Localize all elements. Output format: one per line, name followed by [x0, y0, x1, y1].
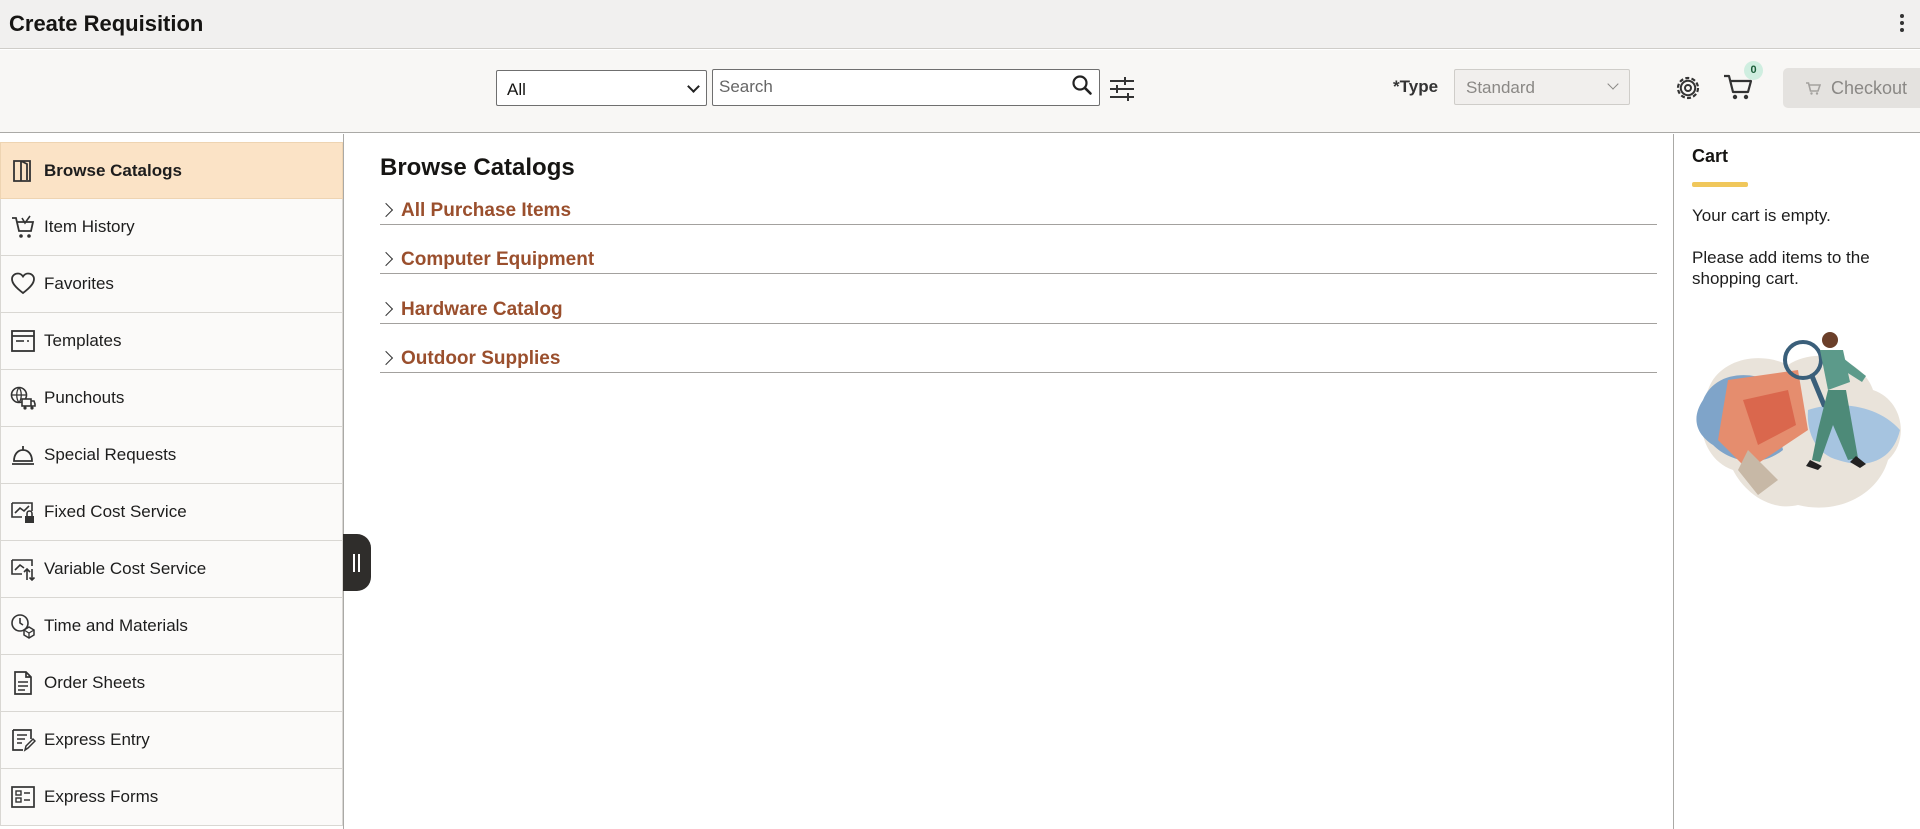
sidebar-item-fixed-cost-service[interactable]: Fixed Cost Service [0, 484, 343, 541]
checkout-label: Checkout [1831, 78, 1908, 98]
page-title: Create Requisition [9, 11, 204, 36]
cart-title: Cart [1692, 146, 1729, 166]
sidebar-item-label: Time and Materials [44, 616, 188, 635]
gear-icon[interactable] [1674, 74, 1702, 102]
form-icon [11, 786, 35, 808]
variable-cost-icon [11, 559, 36, 582]
book-icon [13, 160, 31, 182]
main-heading: Browse Catalogs [380, 154, 575, 181]
catalog-row-all-purchase-items[interactable]: All Purchase Items [378, 189, 1657, 225]
cart-history-icon [12, 215, 35, 238]
more-actions-kebab-icon[interactable] [1898, 12, 1906, 36]
chevron-right-icon [378, 301, 394, 317]
type-value: Standard [1466, 78, 1535, 97]
catalog-row-computer-equipment[interactable]: Computer Equipment [378, 238, 1657, 274]
search-scope-select[interactable]: All [496, 70, 707, 106]
globe-truck-icon [10, 386, 36, 410]
sidebar-item-express-entry[interactable]: Express Entry [0, 712, 343, 769]
cart-hint-text: Please add items to the shopping cart. [1692, 248, 1870, 288]
catalog-label: Outdoor Supplies [401, 348, 561, 369]
chevron-down-icon [687, 80, 700, 93]
document-icon [14, 671, 32, 695]
sidebar-item-express-forms[interactable]: Express Forms [0, 769, 343, 826]
catalog-label: All Purchase Items [401, 200, 572, 221]
sidebar-item-label: Express Forms [44, 787, 159, 806]
cart-panel: Cart Your cart is empty. Please add item… [1673, 134, 1920, 829]
sidebar-item-variable-cost-service[interactable]: Variable Cost Service [0, 541, 343, 598]
fixed-cost-icon [11, 502, 34, 523]
cart-empty-text: Your cart is empty. [1692, 206, 1831, 225]
sidebar-item-label: Express Entry [44, 730, 150, 749]
type-label: *Type [1393, 77, 1439, 96]
catalog-row-outdoor-supplies[interactable]: Outdoor Supplies [378, 337, 1657, 373]
cart-title-underline [1692, 182, 1748, 187]
cart-small-icon [1806, 82, 1821, 95]
search-input[interactable] [713, 70, 1053, 104]
sidebar-item-label: Order Sheets [44, 673, 146, 692]
cart-count-badge: 0 [1744, 61, 1763, 80]
search-icon[interactable] [1071, 74, 1093, 96]
chevron-right-icon [378, 350, 394, 366]
sidebar-item-time-and-materials[interactable]: Time and Materials [0, 598, 343, 655]
filter-sliders-icon[interactable] [1108, 76, 1136, 102]
sidebar-item-label: Item History [44, 217, 135, 236]
checkout-button[interactable]: Checkout [1783, 68, 1920, 108]
sidebar-item-label: Punchouts [44, 388, 125, 407]
template-icon [11, 330, 35, 352]
sidebar-item-label: Variable Cost Service [44, 559, 207, 578]
search-box [712, 69, 1100, 106]
chevron-down-icon [1607, 78, 1619, 90]
catalog-label: Hardware Catalog [401, 299, 563, 320]
sidebar-item-label: Special Requests [44, 445, 177, 464]
empty-cart-illustration-icon [1696, 332, 1901, 508]
sidebar-item-favorites[interactable]: Favorites [0, 256, 343, 313]
sidebar-item-label: Favorites [44, 274, 114, 293]
sidebar-item-punchouts[interactable]: Punchouts [0, 370, 343, 427]
type-select[interactable]: Standard [1454, 69, 1630, 105]
clock-box-icon [11, 614, 35, 639]
main-content: Browse Catalogs All Purchase Items Compu… [345, 134, 1673, 829]
sidebar-item-label: Fixed Cost Service [44, 502, 187, 521]
sidebar-item-browse-catalogs[interactable]: Browse Catalogs [0, 142, 343, 199]
express-entry-icon [12, 729, 36, 752]
sidebar-item-order-sheets[interactable]: Order Sheets [0, 655, 343, 712]
chevron-right-icon [378, 202, 394, 218]
sidebar-item-templates[interactable]: Templates [0, 313, 343, 370]
sidebar-item-label: Browse Catalogs [44, 161, 182, 180]
catalog-row-hardware-catalog[interactable]: Hardware Catalog [378, 288, 1657, 324]
toolbar: All *Type Standard 0 Checkout [0, 50, 1920, 133]
sidebar-item-special-requests[interactable]: Special Requests [0, 427, 343, 484]
catalog-label: Computer Equipment [401, 249, 595, 270]
sidebar: Browse Catalogs Item History Favorites T… [0, 134, 344, 829]
sidebar-item-item-history[interactable]: Item History [0, 199, 343, 256]
search-scope-value: All [507, 80, 526, 99]
title-bar: Create Requisition [0, 0, 1920, 49]
service-bell-icon [12, 446, 34, 465]
heart-icon [11, 272, 35, 295]
chevron-right-icon [378, 251, 394, 267]
sidebar-item-label: Templates [44, 331, 122, 350]
